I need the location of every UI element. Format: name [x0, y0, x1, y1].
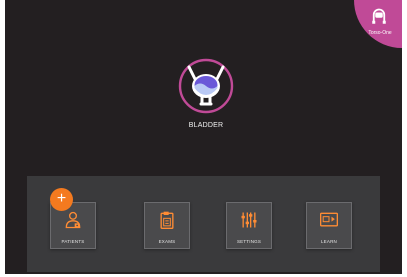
settings-icon — [241, 212, 257, 228]
learn-button[interactable]: LEARN — [306, 202, 352, 249]
bladder-icon — [178, 58, 234, 114]
add-button[interactable]: + — [50, 188, 73, 211]
organ-label: BLADDER — [188, 122, 224, 129]
probe-label: Torso-One — [368, 30, 392, 36]
probe-selector[interactable]: Torso-One — [354, 0, 402, 48]
patient-icon — [65, 211, 81, 229]
settings-label: SETTINGS — [236, 239, 262, 244]
patients-label: PATIENTS — [61, 239, 85, 244]
settings-button[interactable]: SETTINGS — [226, 202, 272, 249]
exams-icon — [160, 211, 174, 229]
exams-label: EXAMS — [158, 239, 176, 244]
learn-icon — [320, 212, 338, 227]
exams-button[interactable]: EXAMS — [144, 202, 190, 249]
learn-label: LEARN — [320, 239, 337, 244]
probe-icon — [372, 8, 386, 24]
bottom-nav-panel: + PATIENTS EXAMS SETTINGS LEARN — [27, 176, 380, 272]
app-screen: Torso-One BLADDER + PATIENTS EXAMS SETTI… — [5, 0, 402, 274]
organ-selector[interactable] — [177, 57, 235, 115]
